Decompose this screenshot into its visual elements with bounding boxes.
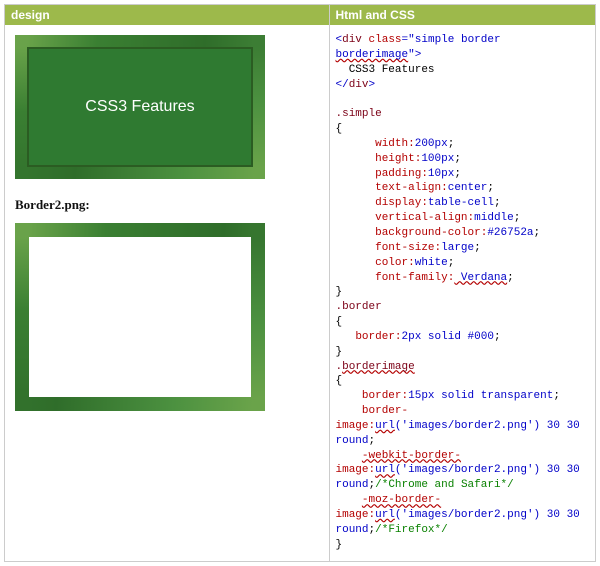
code-header: Html and CSS — [330, 5, 596, 25]
demo-caption: CSS3 Features — [85, 98, 194, 116]
design-body: CSS3 Features Border2.png: — [5, 25, 329, 561]
code-snippet: <div class="simple border borderimage"> … — [336, 33, 590, 553]
border-image-preview — [15, 223, 265, 411]
code-column: Html and CSS <div class="simple border b… — [330, 5, 596, 561]
css3-demo-frame: CSS3 Features — [15, 35, 265, 179]
two-column-layout: design CSS3 Features Border2.png: Html a… — [4, 4, 596, 562]
design-column: design CSS3 Features Border2.png: — [5, 5, 330, 561]
code-body: <div class="simple border borderimage"> … — [330, 25, 596, 561]
border-image-filename: Border2.png: — [15, 197, 319, 213]
css3-demo-box: CSS3 Features — [27, 47, 253, 167]
design-header: design — [5, 5, 329, 25]
